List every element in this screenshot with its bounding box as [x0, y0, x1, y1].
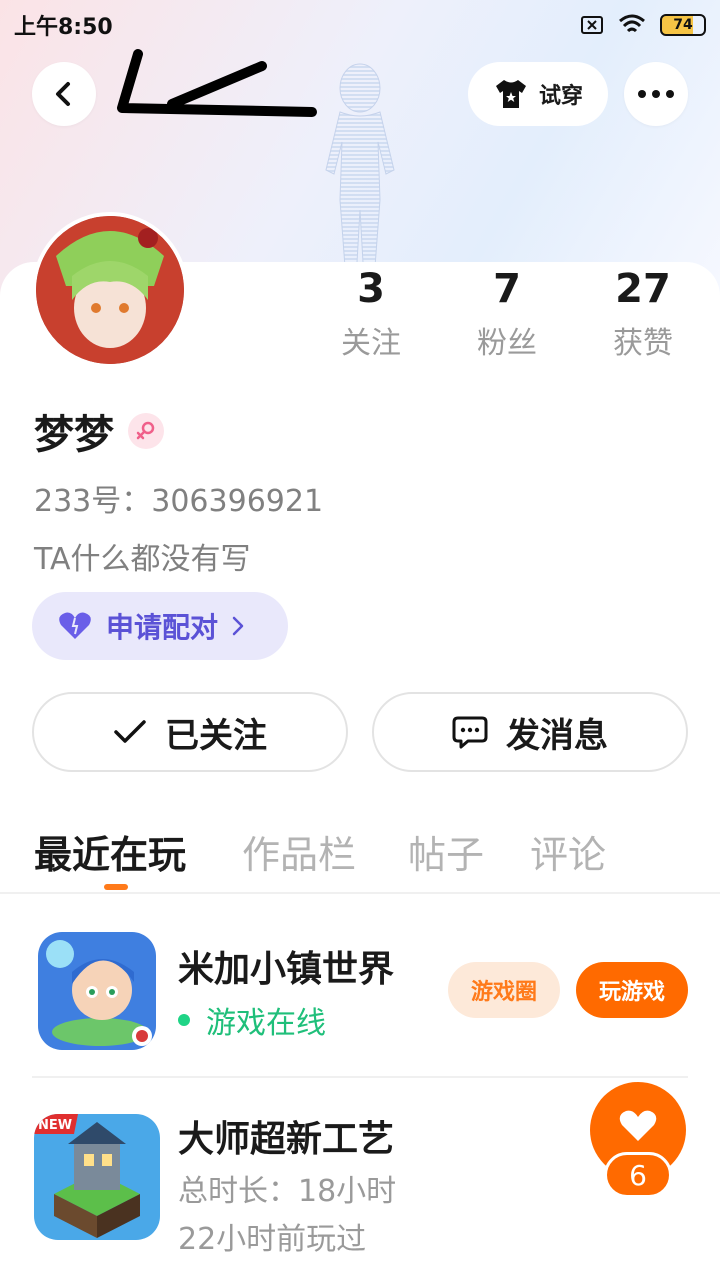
game-last-played: 22小时前玩过	[178, 1222, 367, 1257]
stat-likes[interactable]: 27 获赞	[578, 262, 708, 362]
game-icon-master-craft: NEW	[34, 1114, 160, 1240]
game-title: 大师超新工艺	[178, 1119, 395, 1160]
avatar[interactable]	[32, 212, 188, 368]
followed-button[interactable]: 已关注	[32, 692, 348, 772]
back-button[interactable]	[32, 62, 96, 126]
check-icon	[114, 720, 146, 743]
try-on-button[interactable]: 试穿	[468, 62, 608, 126]
tab-recently-played[interactable]: 最近在玩	[34, 824, 186, 879]
tabs-divider	[0, 892, 720, 894]
tab-posts[interactable]: 帖子	[408, 824, 484, 879]
stat-followers[interactable]: 7 粉丝	[442, 262, 572, 362]
status-bar: 上午8:50 74	[0, 0, 720, 50]
followed-label: 已关注	[165, 715, 267, 756]
battery-indicator: 74	[660, 14, 706, 36]
send-message-button[interactable]: 发消息	[372, 692, 688, 772]
scribble-mark	[117, 49, 317, 117]
game-total-duration: 总时长：18小时	[178, 1174, 397, 1209]
stat-label: 关注	[341, 326, 401, 361]
tab-comments[interactable]: 评论	[530, 824, 606, 879]
profile-stats: 3 关注 7 粉丝 27 获赞	[300, 262, 720, 372]
name-row: 梦梦	[34, 402, 164, 460]
user-bio: TA什么都没有写	[34, 542, 251, 577]
heart-icon	[59, 612, 91, 639]
game-circle-button[interactable]: 游戏圈	[448, 962, 560, 1018]
status-time: 上午8:50	[14, 15, 113, 40]
heart-icon	[619, 1110, 657, 1141]
tshirt-icon	[495, 80, 526, 108]
stat-following[interactable]: 3 关注	[306, 262, 436, 362]
message-icon	[452, 716, 488, 749]
stat-label: 粉丝	[477, 326, 537, 361]
svg-text:NEW: NEW	[38, 1118, 72, 1133]
back-icon	[56, 82, 70, 106]
apply-match-button[interactable]: 申请配对	[32, 592, 288, 660]
like-count-badge: 6	[604, 1152, 672, 1198]
stat-value: 3	[357, 266, 385, 312]
sim-off-icon	[581, 16, 603, 34]
user-id: 233号：306396921	[34, 484, 324, 519]
game-title: 米加小镇世界	[178, 949, 395, 990]
list-item[interactable]: 米加小镇世界 游戏在线 游戏圈 玩游戏	[32, 930, 692, 1050]
avatar-image	[36, 216, 184, 364]
game-icon-miga	[38, 932, 156, 1050]
tab-works[interactable]: 作品栏	[242, 824, 356, 879]
online-dot-icon	[178, 1014, 190, 1026]
apply-match-label: 申请配对	[106, 611, 219, 644]
more-icon	[638, 90, 674, 98]
stat-value: 7	[493, 266, 521, 312]
try-on-label: 试穿	[538, 84, 583, 109]
stat-value: 27	[615, 266, 671, 312]
tab-indicator	[104, 884, 128, 890]
online-status-label: 游戏在线	[206, 1006, 326, 1041]
user-name: 梦梦	[34, 412, 114, 458]
female-icon	[128, 413, 164, 449]
row-divider	[32, 1076, 688, 1078]
profile-tabs: 最近在玩 作品栏 帖子 评论	[34, 824, 694, 884]
play-game-button[interactable]: 玩游戏	[576, 962, 688, 1018]
game-online-status: 游戏在线	[178, 998, 326, 1042]
more-button[interactable]	[624, 62, 688, 126]
send-message-label: 发消息	[506, 715, 608, 756]
chevron-right-icon	[232, 616, 244, 636]
stat-label: 获赞	[613, 326, 673, 361]
wifi-icon	[619, 14, 645, 33]
